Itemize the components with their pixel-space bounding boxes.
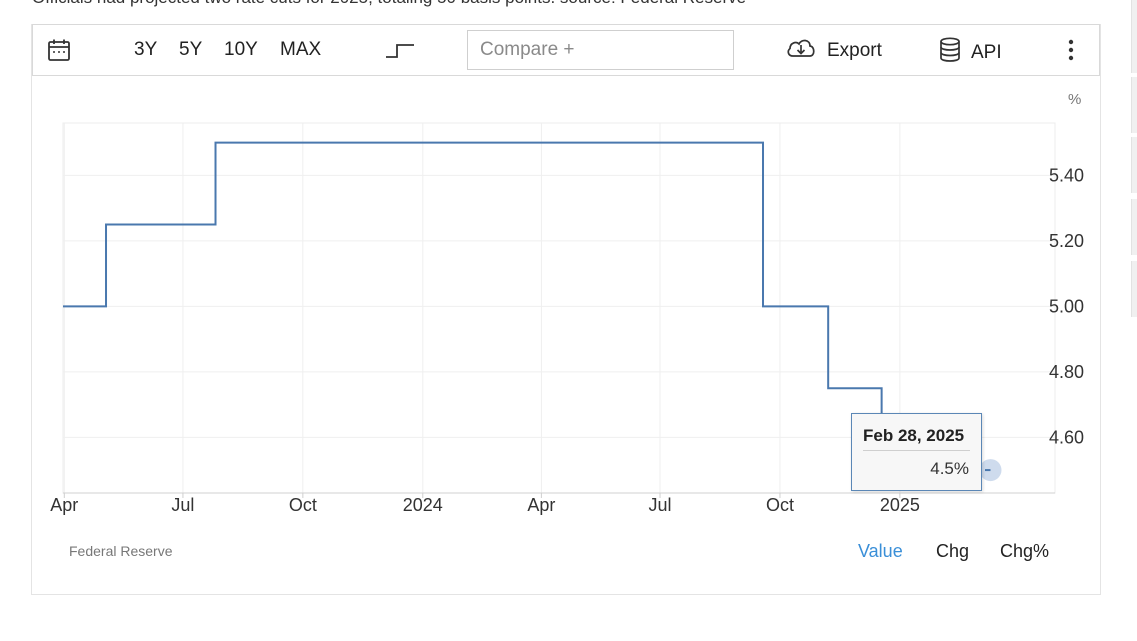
y-tick-label: 4.60 [1049,427,1084,447]
tooltip-value: 4.5% [930,459,969,478]
y-tick-label: 5.00 [1049,296,1084,316]
source-label[interactable]: Federal Reserve [69,543,173,559]
x-tick-label: Jul [171,495,194,515]
y-tick-label: 5.20 [1049,231,1084,251]
mode-chgpct-tab[interactable]: Chg% [1000,541,1049,562]
x-tick-label: Oct [766,495,794,515]
x-tick-label: 2024 [403,495,443,515]
x-tick-label: Jul [649,495,672,515]
unit-label: % [1068,91,1081,108]
mode-chg-tab[interactable]: Chg [936,541,969,562]
x-tick-label: 2025 [880,495,920,515]
y-tick-label: 4.80 [1049,362,1084,382]
y-tick-label: 5.40 [1049,165,1084,185]
tooltip-divider [863,450,970,451]
x-tick-label: Oct [289,495,317,515]
x-tick-label: Apr [50,495,78,515]
mode-value-tab[interactable]: Value [858,541,903,562]
tooltip-date: Feb 28, 2025 [863,426,965,445]
chart-tooltip: Feb 28, 2025 4.5% [851,413,982,491]
x-tick-label: Apr [527,495,555,515]
